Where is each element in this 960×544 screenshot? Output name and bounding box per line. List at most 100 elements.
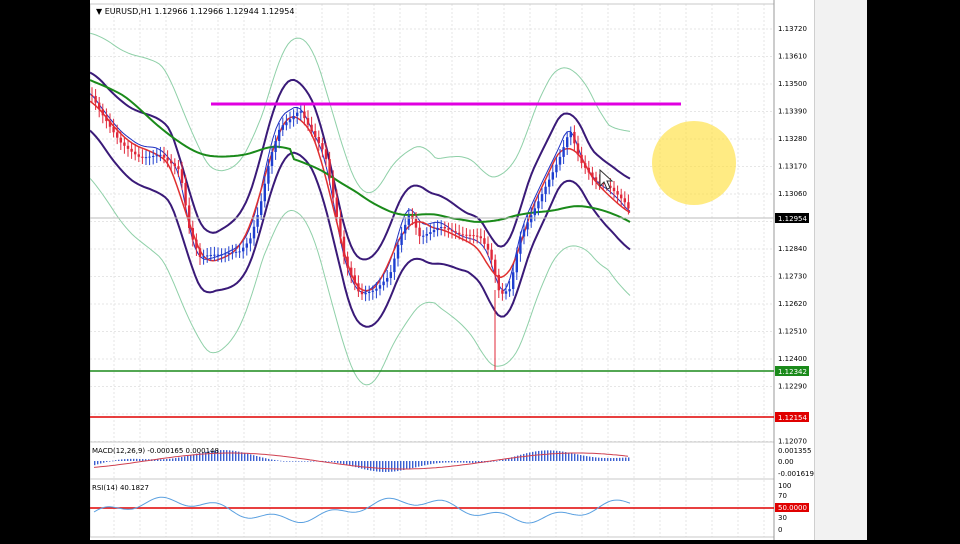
candle-body <box>134 151 137 155</box>
candle-body <box>364 292 367 295</box>
candle-body <box>180 169 184 183</box>
candle-body <box>612 187 616 192</box>
macd-bar <box>175 458 177 461</box>
macd-bar <box>388 461 390 472</box>
macd-bar <box>325 461 327 462</box>
candle-body <box>396 244 400 259</box>
macd-bar <box>622 457 624 461</box>
macd-bar <box>568 452 570 461</box>
macd-bar <box>556 450 558 461</box>
macd-bar <box>190 455 192 461</box>
candle-body <box>119 137 122 143</box>
macd-bar <box>163 459 165 461</box>
candle-body <box>342 236 346 257</box>
candle-body <box>206 255 209 257</box>
candle-body <box>306 118 310 125</box>
candle-body <box>479 236 482 239</box>
macd-bar <box>430 461 432 465</box>
macd-bar <box>130 458 132 461</box>
candle-body <box>332 178 335 198</box>
candle-body <box>483 238 486 244</box>
candle-body <box>249 238 252 244</box>
macd-bar <box>469 461 471 463</box>
macd-bar <box>256 455 258 461</box>
candle-body <box>551 172 554 180</box>
candle-body <box>317 137 320 144</box>
macd-tick-mid: 0.00 <box>778 458 794 466</box>
macd-bar <box>127 458 129 461</box>
macd-bar <box>583 455 585 461</box>
candle-body <box>429 232 432 234</box>
macd-bar <box>139 458 141 461</box>
rsi-tick-30: 30 <box>778 514 787 522</box>
candle-body <box>378 285 382 289</box>
rsi-tick-0: 0 <box>778 526 782 534</box>
macd-bar <box>526 453 528 461</box>
price-tick: 1.12290 <box>778 383 807 391</box>
macd-bar <box>346 461 348 465</box>
macd-bar <box>460 461 462 463</box>
candle-body <box>616 191 619 195</box>
rsi-tick-70: 70 <box>778 492 787 500</box>
macd-bar <box>244 452 246 461</box>
support-price-label: 1.12342 <box>778 368 807 376</box>
macd-bar <box>367 461 369 471</box>
candle-body <box>576 143 580 155</box>
macd-bar <box>181 457 183 461</box>
chart-area[interactable]: ▼ EURUSD,H1 1.12966 1.12966 1.12944 1.12… <box>89 0 814 540</box>
candle-body <box>126 145 130 149</box>
candle-body <box>162 154 166 158</box>
candle-body <box>137 154 140 157</box>
macd-bar <box>412 461 414 469</box>
candle-body <box>526 222 529 230</box>
candle-body <box>152 156 155 158</box>
macd-bar <box>277 460 279 461</box>
chart-canvas[interactable]: ▼ EURUSD,H1 1.12966 1.12966 1.12944 1.12… <box>89 0 814 540</box>
candle-body <box>260 201 263 215</box>
candle-body <box>238 251 241 253</box>
macd-bar <box>229 450 231 461</box>
macd-bar <box>184 456 186 461</box>
macd-bar <box>604 457 606 461</box>
macd-bar <box>580 454 582 461</box>
candle-body <box>504 291 508 294</box>
symbol-info: ▼ EURUSD,H1 1.12966 1.12966 1.12944 1.12… <box>96 7 294 16</box>
macd-bar <box>601 457 603 461</box>
macd-bar <box>262 457 264 461</box>
candle-body <box>569 131 572 138</box>
macd-bar <box>166 459 168 461</box>
price-tick: 1.13060 <box>778 190 807 198</box>
macd-bar <box>544 450 546 461</box>
macd-bar <box>223 450 225 461</box>
macd-bar <box>247 453 249 461</box>
macd-bar <box>553 450 555 461</box>
macd-bar <box>547 450 549 461</box>
macd-bar <box>286 461 288 462</box>
price-tick: 1.12070 <box>778 438 807 446</box>
candle-body <box>123 142 126 146</box>
macd-bar <box>304 461 306 462</box>
macd-bar <box>439 461 441 463</box>
candle-body <box>303 111 306 119</box>
macd-bar <box>463 461 465 463</box>
macd-bar <box>142 459 144 461</box>
macd-bar <box>382 461 384 472</box>
macd-bar <box>334 461 336 463</box>
candle-body <box>242 247 245 252</box>
candle-body <box>90 95 94 96</box>
candle-body <box>407 215 410 225</box>
candle-body <box>299 111 302 113</box>
macd-bar <box>397 461 399 472</box>
macd-bar <box>259 456 261 461</box>
candle-body <box>587 167 590 173</box>
candle-body <box>465 234 468 236</box>
macd-bar <box>106 461 108 462</box>
candle-body <box>458 232 461 235</box>
macd-bar <box>406 461 408 470</box>
rsi-line <box>93 496 631 524</box>
macd-bar <box>97 461 99 465</box>
candle-body <box>256 214 259 227</box>
macd-bar <box>589 456 591 461</box>
candle-body <box>198 248 202 258</box>
candle-body <box>288 119 292 123</box>
